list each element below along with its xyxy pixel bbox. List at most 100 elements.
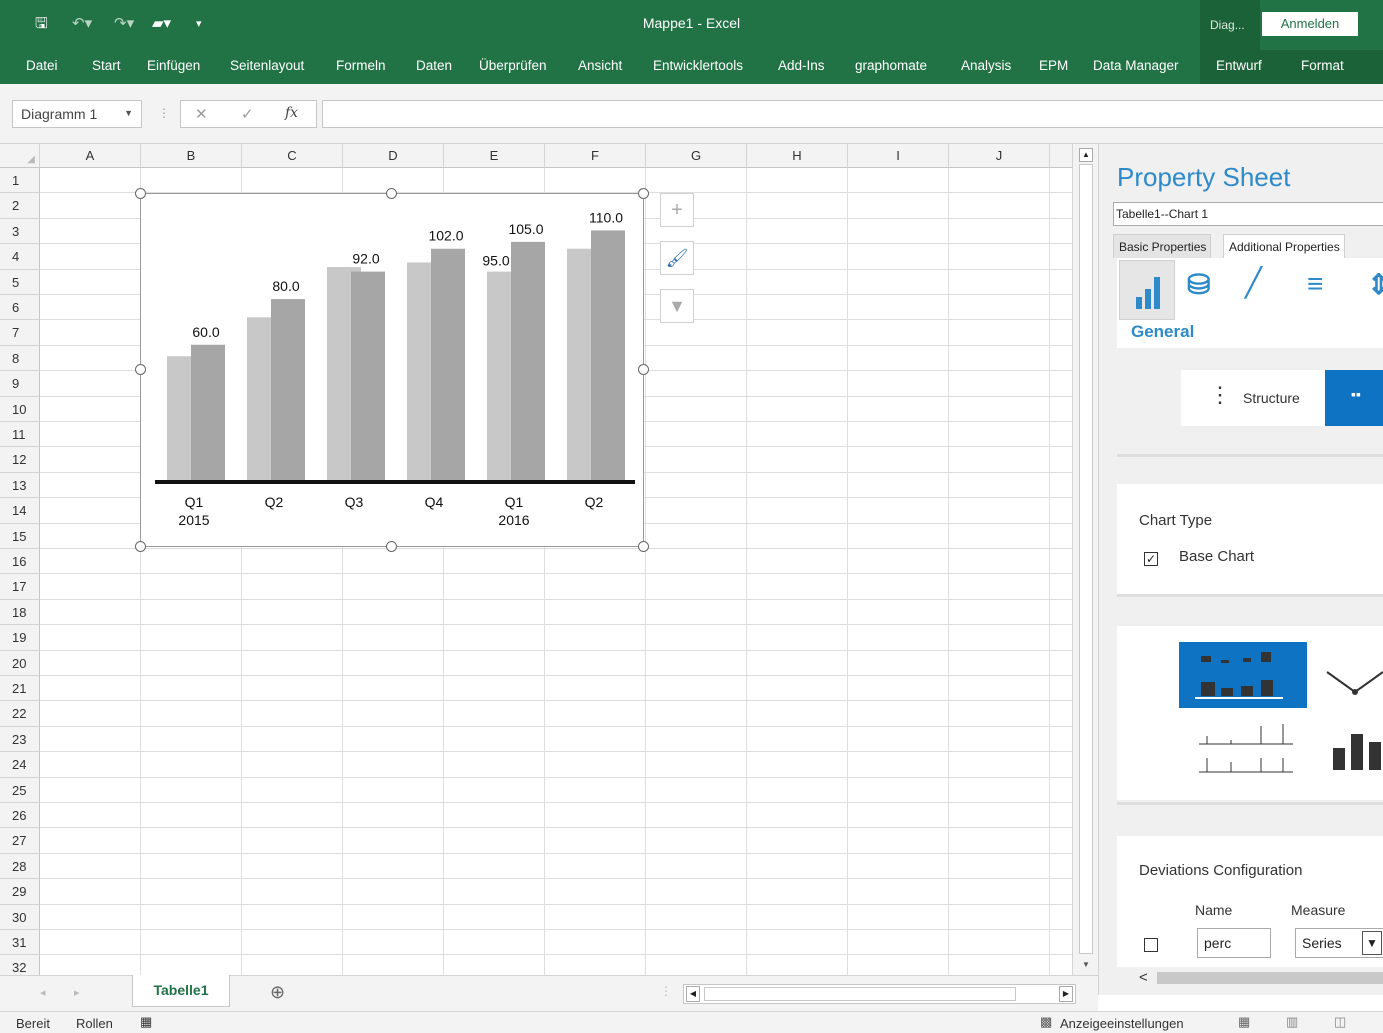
tab-epm[interactable]: EPM: [1039, 58, 1068, 73]
resize-handle-top[interactable]: [386, 188, 397, 199]
next-sheet-icon[interactable]: ▸: [74, 986, 80, 999]
enter-icon[interactable]: ✓: [241, 105, 254, 123]
scroll-thumb[interactable]: [704, 987, 1016, 1001]
row-header[interactable]: 27: [0, 828, 40, 854]
row-header[interactable]: 17: [0, 574, 40, 600]
row-header[interactable]: 26: [0, 803, 40, 829]
row-header[interactable]: 5: [0, 269, 40, 295]
variant-pin-chart[interactable]: [1179, 714, 1307, 780]
tab-analysis[interactable]: Analysis: [961, 58, 1011, 73]
tab-graphomate[interactable]: graphomate: [855, 58, 927, 73]
base-chart-checkbox[interactable]: ✓: [1144, 552, 1158, 566]
cancel-icon[interactable]: ✕: [195, 105, 208, 123]
scroll-left-icon[interactable]: ◀: [686, 986, 700, 1002]
row-header[interactable]: 3: [0, 218, 40, 245]
row-header[interactable]: 24: [0, 752, 40, 778]
display-settings-label[interactable]: Anzeigeeinstellungen: [1060, 1016, 1184, 1031]
resize-handle-left[interactable]: [135, 364, 146, 375]
tab-ueberpruefen[interactable]: Überprüfen: [479, 58, 547, 73]
variant-stacked-chart[interactable]: [1313, 714, 1383, 780]
tab-daten[interactable]: Daten: [416, 58, 452, 73]
column-header[interactable]: E: [444, 144, 545, 168]
column-header[interactable]: J: [949, 144, 1050, 168]
sort-icon[interactable]: ⇕: [1367, 268, 1383, 301]
layout-button-selected[interactable]: ▪▪: [1325, 370, 1383, 426]
page-layout-view-icon[interactable]: ▥: [1286, 1014, 1298, 1030]
tab-entwicklertools[interactable]: Entwicklertools: [653, 58, 743, 73]
resize-handle-top-right[interactable]: [638, 188, 649, 199]
scroll-thumb[interactable]: [1079, 164, 1093, 954]
row-header[interactable]: 14: [0, 498, 40, 524]
signin-button[interactable]: Anmelden: [1262, 12, 1358, 36]
row-header[interactable]: 2: [0, 193, 40, 219]
horizontal-scrollbar[interactable]: ◀ ▶: [683, 984, 1076, 1004]
resize-handle-bottom-left[interactable]: [135, 541, 146, 552]
tab-ansicht[interactable]: Ansicht: [578, 58, 622, 73]
tab-einfuegen[interactable]: Einfügen: [147, 58, 200, 73]
scroll-up-icon[interactable]: ▲: [1079, 148, 1093, 162]
add-sheet-icon[interactable]: ⊕: [270, 982, 285, 1003]
column-header[interactable]: C: [242, 144, 343, 168]
chart-filters-button[interactable]: ▼: [660, 289, 694, 323]
deviation-row-checkbox[interactable]: [1144, 938, 1158, 952]
chart-tools-context-tab[interactable]: Diag...: [1200, 0, 1260, 50]
resize-handle-bottom-right[interactable]: [638, 541, 649, 552]
row-header[interactable]: 32: [0, 955, 40, 975]
chart-elements-button[interactable]: +: [660, 193, 694, 227]
variant-grouped-bars-selected[interactable]: [1179, 642, 1307, 708]
name-box[interactable]: Diagramm 1 ▼: [12, 100, 142, 128]
scroll-down-icon[interactable]: ▼: [1079, 958, 1093, 972]
sheet-tab-tabelle1[interactable]: Tabelle1: [132, 975, 230, 1007]
column-header[interactable]: A: [40, 144, 141, 168]
row-header[interactable]: 31: [0, 930, 40, 956]
lines-icon[interactable]: ≡: [1307, 268, 1323, 300]
chart-object[interactable]: 60.0 Q1 2015 80.0 Q2 92.0 Q3 102.0 Q4 105.0 Q1 2016…: [140, 193, 644, 547]
row-header[interactable]: 21: [0, 676, 40, 702]
tab-start[interactable]: Start: [92, 58, 121, 73]
brush-icon[interactable]: ╱: [1245, 266, 1262, 299]
tab-format[interactable]: Format: [1301, 58, 1344, 73]
row-header[interactable]: 10: [0, 396, 40, 422]
column-header[interactable]: H: [747, 144, 848, 168]
insert-function-icon[interactable]: fx: [285, 105, 298, 121]
row-header[interactable]: 11: [0, 422, 40, 448]
tab-datei[interactable]: Datei: [26, 58, 58, 73]
resize-handle-bottom[interactable]: [386, 541, 397, 552]
column-header[interactable]: B: [141, 144, 242, 168]
chart-styles-button[interactable]: 🖌: [660, 241, 694, 275]
deviation-measure-select[interactable]: Series ▼: [1295, 928, 1383, 958]
tab-seitenlayout[interactable]: Seitenlayout: [230, 58, 304, 73]
row-header[interactable]: 4: [0, 244, 40, 270]
page-break-view-icon[interactable]: ◫: [1334, 1014, 1346, 1030]
row-header[interactable]: 22: [0, 701, 40, 727]
chart-selector[interactable]: Tabelle1--Chart 1: [1113, 202, 1383, 226]
vertical-scrollbar[interactable]: ▲ ▼: [1072, 144, 1098, 975]
display-settings-icon[interactable]: ▩: [1040, 1014, 1052, 1030]
row-header[interactable]: 15: [0, 523, 40, 549]
column-header-partial[interactable]: [1050, 144, 1072, 168]
row-header[interactable]: 20: [0, 650, 40, 676]
category-general-button[interactable]: [1119, 260, 1175, 320]
select-all-corner[interactable]: ◢: [0, 144, 40, 168]
row-header[interactable]: 18: [0, 599, 40, 626]
column-header[interactable]: D: [343, 144, 444, 168]
prev-sheet-icon[interactable]: ◂: [40, 986, 46, 999]
row-header[interactable]: 29: [0, 879, 40, 905]
deviation-name-input[interactable]: perc: [1197, 928, 1271, 958]
macro-record-icon[interactable]: ▦: [140, 1014, 152, 1030]
column-header[interactable]: I: [848, 144, 949, 168]
variant-line-chart[interactable]: [1313, 642, 1383, 708]
tab-add-ins[interactable]: Add-Ins: [778, 58, 825, 73]
row-header[interactable]: 7: [0, 320, 40, 346]
tab-additional-properties[interactable]: Additional Properties: [1223, 234, 1345, 258]
panel-horizontal-scrollbar[interactable]: <: [1113, 967, 1383, 989]
row-header[interactable]: 9: [0, 371, 40, 397]
row-header[interactable]: 28: [0, 853, 40, 880]
scroll-thumb[interactable]: [1157, 972, 1383, 984]
row-header[interactable]: 1: [0, 168, 40, 194]
row-header[interactable]: 13: [0, 472, 40, 499]
scroll-left-icon[interactable]: <: [1139, 969, 1148, 986]
scroll-right-icon[interactable]: ▶: [1059, 986, 1073, 1002]
database-icon[interactable]: ⛁: [1187, 268, 1210, 301]
column-header[interactable]: G: [646, 144, 747, 168]
